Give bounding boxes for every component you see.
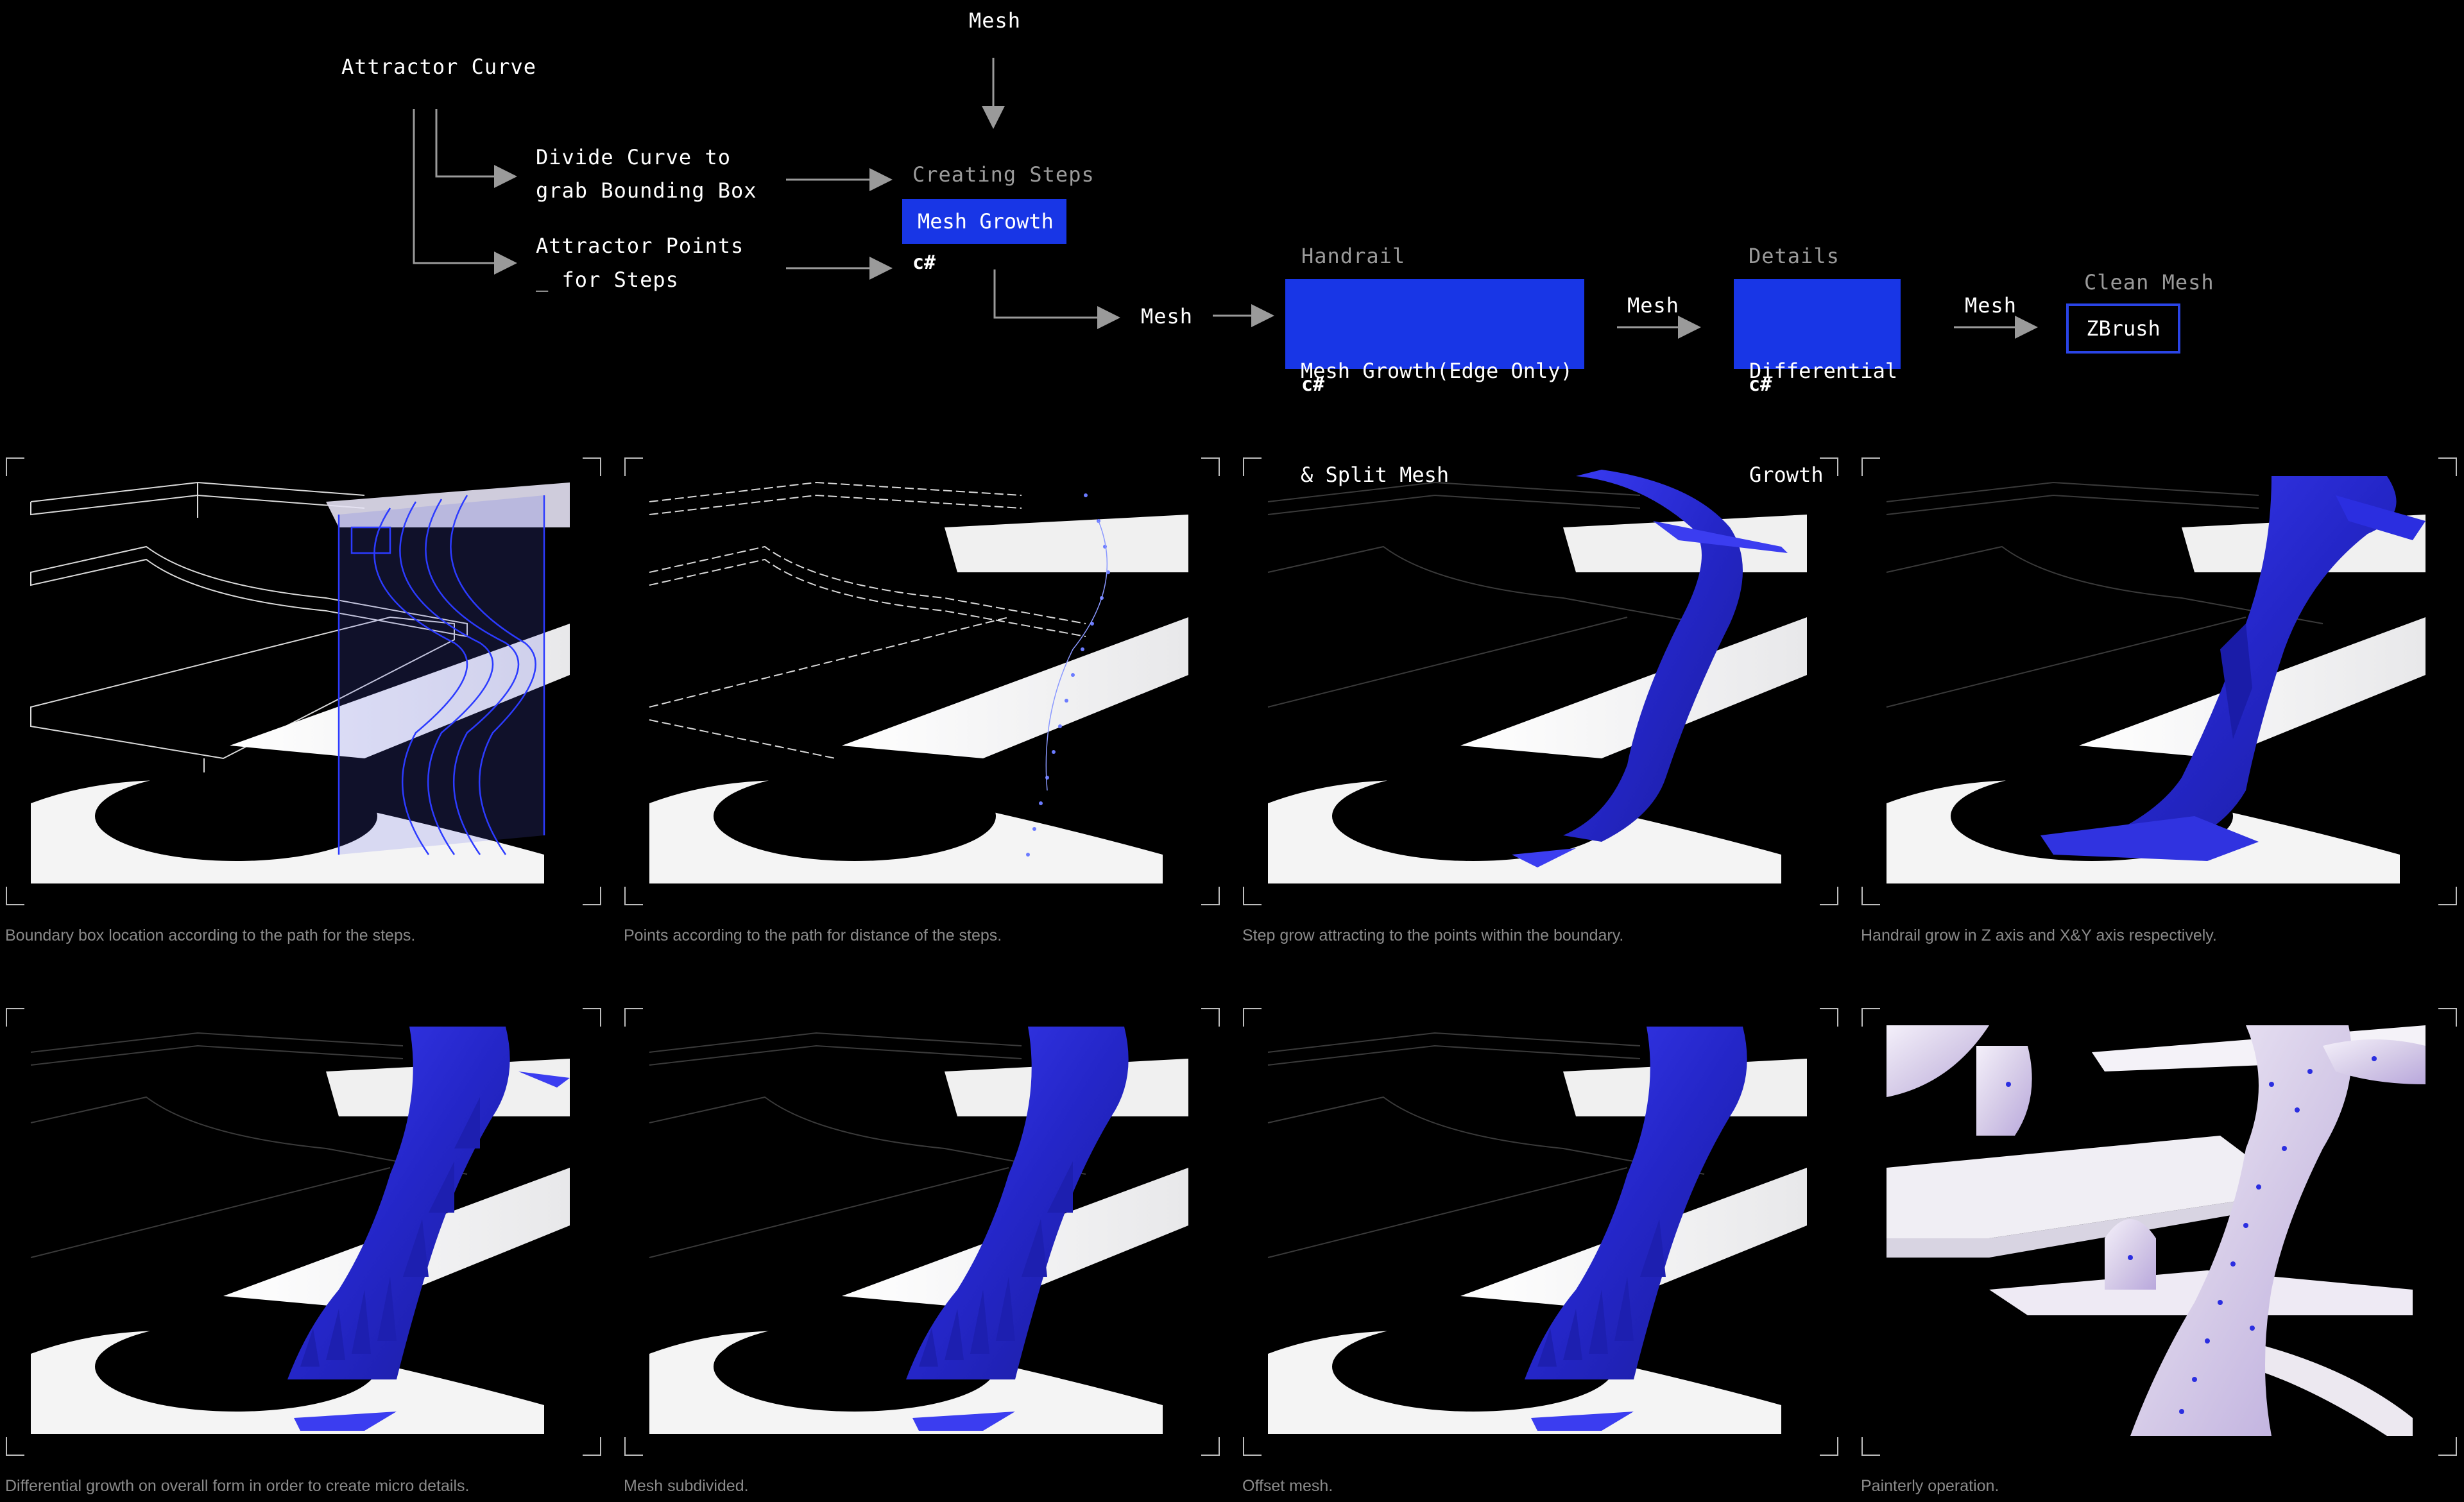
render-differential-growth (6, 1008, 601, 1456)
caption-panel-7: Offset mesh. (1242, 1477, 1333, 1495)
panel-offset-mesh (1242, 1007, 1839, 1456)
panel-mesh-subdivided (624, 1007, 1220, 1456)
handrail-label: Handrail (1301, 244, 1406, 268)
panel-handrail-growth (1861, 457, 2458, 906)
caption-panel-4: Handrail grow in Z axis and X&Y axis res… (1861, 926, 2217, 944)
csharp-label-steps: c# (912, 252, 936, 274)
mesh-growth-box: Mesh Growth (902, 199, 1066, 244)
details-label: Details (1749, 244, 1840, 268)
mesh-to-details-label: Mesh (1627, 293, 1680, 318)
creating-steps-label: Creating Steps (912, 162, 1095, 187)
zbrush-box: ZBrush (2066, 303, 2180, 354)
render-painterly (1861, 1008, 2457, 1456)
render-boundary-box (6, 457, 601, 905)
handrail-mesh-growth-box: Mesh Growth(Edge Only) & Split Mesh (1285, 279, 1584, 487)
mesh-to-zbrush-label: Mesh (1965, 293, 2017, 318)
panel-boundary-box (5, 457, 602, 906)
panel-attractor-points (624, 457, 1220, 906)
panel-step-growth (1242, 457, 1839, 906)
divide-curve-line1: Divide Curve to (536, 145, 731, 169)
differential-growth-box: Differential Growth (1734, 279, 1901, 487)
caption-panel-3: Step grow attracting to the points withi… (1242, 926, 1624, 944)
handrail-box-line1: Mesh Growth(Edge Only) (1301, 359, 1573, 383)
clean-mesh-label: Clean Mesh (2084, 270, 2214, 294)
attractor-points-line2: _ for Steps (536, 268, 679, 292)
mesh-input-label: Mesh (969, 8, 1022, 33)
panel-differential-growth (5, 1007, 602, 1456)
mesh-to-handrail-label: Mesh (1141, 304, 1194, 329)
caption-panel-5: Differential growth on overall form in o… (5, 1477, 470, 1495)
render-offset-mesh (1243, 1008, 1838, 1456)
caption-panel-1: Boundary box location according to the p… (5, 926, 416, 944)
render-attractor-points (624, 457, 1220, 905)
attractor-points-line1: Attractor Points (536, 234, 744, 258)
attractor-curve-label: Attractor Curve (341, 55, 536, 79)
caption-panel-8: Painterly operation. (1861, 1477, 1999, 1495)
panel-painterly (1861, 1007, 2458, 1456)
render-handrail-growth (1861, 457, 2457, 905)
csharp-label-handrail: c# (1301, 373, 1325, 396)
caption-panel-6: Mesh subdivided. (624, 1477, 749, 1495)
caption-panel-2: Points according to the path for distanc… (624, 926, 1002, 944)
render-mesh-subdivided (624, 1008, 1220, 1456)
divide-curve-line2: grab Bounding Box (536, 178, 757, 203)
render-step-growth (1243, 457, 1838, 905)
csharp-label-details: c# (1749, 373, 1772, 396)
